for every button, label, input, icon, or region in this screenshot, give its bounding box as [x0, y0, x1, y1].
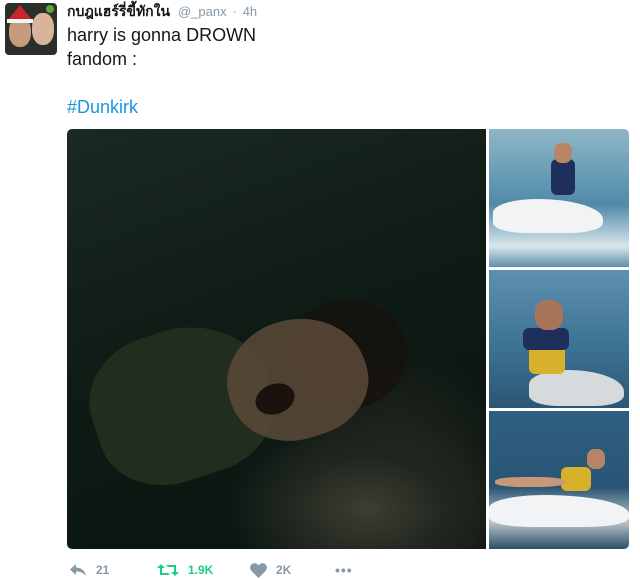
rider-head — [587, 449, 605, 469]
tweet-card: กบฎแฮร์รี่ขี้ทักใน @_panx · 4h harry is … — [0, 0, 640, 579]
heart-icon — [250, 562, 267, 578]
tweet-header: กบฎแฮร์รี่ขี้ทักใน @_panx · 4h — [67, 1, 257, 21]
jetski-shape — [489, 495, 629, 527]
header-separator: · — [232, 4, 237, 19]
like-count: 2K — [276, 563, 292, 577]
tweet-actions: 21 1.9K 2K ••• — [67, 560, 387, 579]
santa-hat-icon — [7, 5, 33, 23]
retweet-count: 1.9K — [188, 563, 214, 577]
media-photo-main[interactable] — [67, 129, 486, 549]
rider-vest — [551, 159, 575, 195]
media-grid — [67, 129, 629, 549]
rider-vest — [561, 467, 591, 491]
avatar[interactable] — [5, 3, 57, 55]
reply-icon — [70, 564, 86, 576]
timestamp[interactable]: 4h — [243, 4, 257, 19]
tweet-line-1: harry is gonna DROWN — [67, 25, 257, 45]
more-icon: ••• — [335, 562, 353, 578]
tweet-text: harry is gonna DROWN fandom : #Dunkirk — [67, 23, 627, 119]
text-spacer — [67, 71, 627, 95]
rider-legs — [495, 477, 565, 487]
media-photo-jetski-1[interactable] — [489, 129, 629, 267]
jetski-shape — [529, 370, 624, 406]
display-name[interactable]: กบฎแฮร์รี่ขี้ทักใน — [67, 3, 170, 19]
reply-count: 21 — [96, 563, 110, 577]
more-options-button[interactable]: ••• — [335, 560, 353, 579]
like-button[interactable]: 2K — [250, 560, 291, 579]
media-photo-jetski-2[interactable] — [489, 270, 629, 408]
tweet-line-2: fandom : — [67, 49, 138, 69]
hashtag-link[interactable]: #Dunkirk — [67, 97, 138, 117]
retweet-button[interactable]: 1.9K — [157, 560, 213, 579]
jetski-shape — [493, 199, 603, 233]
media-photo-jetski-3[interactable] — [489, 411, 629, 549]
rider-head — [535, 300, 563, 330]
reply-button[interactable]: 21 — [69, 560, 109, 579]
rider-vest-top — [523, 328, 569, 350]
rider-head — [554, 143, 572, 163]
holly-icon — [46, 5, 54, 13]
avatar-face-right — [32, 13, 54, 45]
retweet-icon — [157, 564, 179, 576]
user-handle[interactable]: @_panx — [178, 4, 227, 19]
